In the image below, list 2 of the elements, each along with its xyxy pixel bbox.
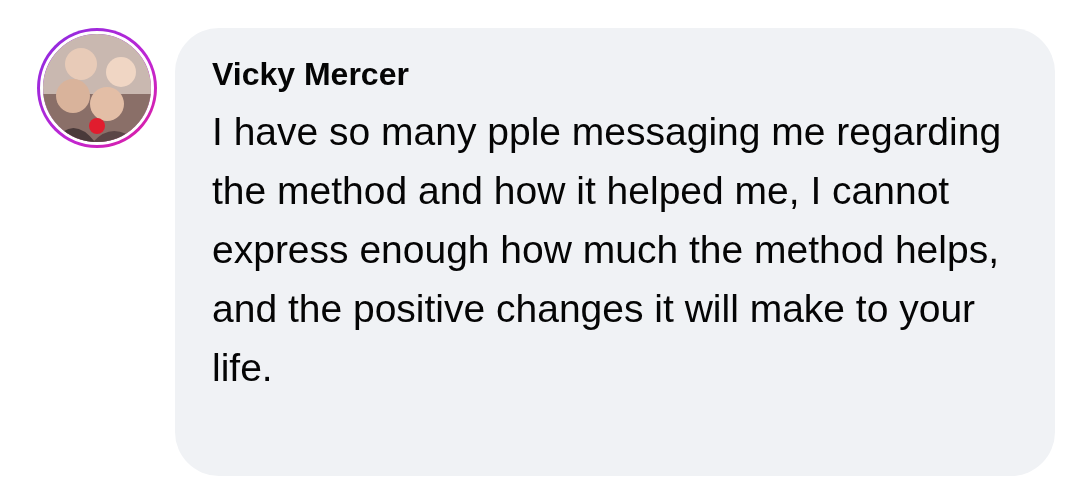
author-name[interactable]: Vicky Mercer bbox=[212, 54, 409, 94]
comment-text: I have so many pple messaging me regarding the method and how it helped me, I cannot express enough how much the method helps, and the positive changes it will make to your life. bbox=[212, 109, 1003, 391]
